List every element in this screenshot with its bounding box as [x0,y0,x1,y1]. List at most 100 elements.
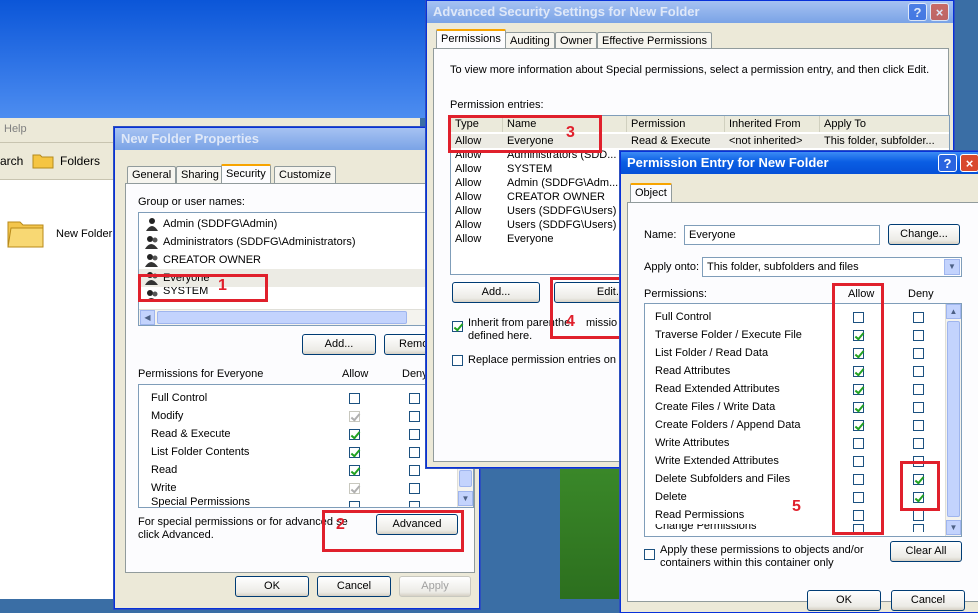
change-button[interactable]: Change... [888,224,960,245]
tab-general[interactable]: General [127,166,177,183]
replace-text: Replace permission entries on al [468,354,628,366]
deny-checkbox[interactable] [913,402,924,413]
chevron-down-icon[interactable]: ▼ [944,259,960,275]
allow-checkbox[interactable] [349,465,360,476]
scroll-down-arrow[interactable]: ▼ [458,491,473,506]
deny-checkbox[interactable] [409,411,420,422]
annotation-box-allow-column [832,283,884,535]
allow-checkbox[interactable] [349,393,360,404]
deny-checkbox[interactable] [913,384,924,395]
column-permission[interactable]: Permission [627,116,725,132]
vertical-scrollbar[interactable]: ▲ ▼ [945,304,961,536]
permission-entry-dialog: Permission Entry for New Folder ? × Obje… [620,151,978,613]
deny-checkbox[interactable] [913,348,924,359]
tab-customize[interactable]: Customize [274,166,336,183]
entry-name: Users (SDDFG\Users) [507,219,617,231]
tab-security[interactable]: Security [221,164,271,183]
deny-checkbox[interactable] [913,312,924,323]
scroll-left-arrow[interactable]: ◀ [140,310,155,325]
entry-type: Allow [455,191,482,203]
toolbar-folders-button[interactable]: Folders [60,154,100,168]
deny-checkbox[interactable] [913,438,924,449]
toolbar-search-button[interactable]: arch [0,154,23,168]
deny-checkbox[interactable] [409,429,420,440]
inherit-checkbox[interactable] [452,321,463,332]
entry-titlebar[interactable]: Permission Entry for New Folder [621,152,978,174]
list-item[interactable]: Administrators (SDDFG\Administrators) [139,233,473,251]
annotation-box-3 [448,115,602,153]
group-icon [145,236,158,249]
tab-effective-permissions[interactable]: Effective Permissions [597,32,712,49]
entry-cancel-button[interactable]: Cancel [891,590,965,611]
deny-checkbox[interactable] [913,366,924,377]
deny-checkbox[interactable] [409,393,420,404]
name-label: Name: [644,229,677,241]
column-inherited-from[interactable]: Inherited From [725,116,820,132]
menu-help[interactable]: Help [4,123,27,135]
advanced-titlebar[interactable]: Advanced Security Settings for New Folde… [427,1,953,23]
deny-checkbox[interactable] [913,524,924,532]
ok-button[interactable]: OK [235,576,309,597]
tab-object[interactable]: Object [630,183,672,202]
tab-sharing[interactable]: Sharing [176,166,224,183]
tab-auditing[interactable]: Auditing [505,32,555,49]
deny-checkbox[interactable] [409,447,420,458]
allow-checkbox[interactable] [349,483,360,494]
replace-checkbox[interactable] [452,355,463,366]
permission-row: Full Control [645,308,961,326]
add-user-button[interactable]: Add... [302,334,376,355]
user-list[interactable]: Admin (SDDFG\Admin) Administrators (SDDF… [138,212,474,326]
deny-checkbox[interactable] [409,501,420,507]
permission-row: Read [139,461,473,479]
permission-name: Read & Execute [151,428,231,440]
allow-checkbox[interactable] [349,447,360,458]
horizontal-scrollbar[interactable]: ◀ [139,309,473,325]
folders-icon [32,154,54,169]
deny-checkbox[interactable] [913,330,924,341]
list-item[interactable]: CREATOR OWNER [139,251,473,269]
permission-name: Read [151,464,178,476]
permissions-list[interactable]: Full Control Modify Read & Execute List Fol… [138,384,474,508]
apply-container-text-2: containers within this container only [660,557,834,569]
allow-checkbox[interactable] [349,411,360,422]
properties-titlebar[interactable]: New Folder Properties [115,128,479,150]
scroll-thumb[interactable] [157,311,407,324]
name-field[interactable]: Everyone [684,225,880,245]
deny-checkbox[interactable] [409,483,420,494]
list-item[interactable]: Admin (SDDFG\Admin) [139,215,473,233]
column-apply-to[interactable]: Apply To [820,116,949,132]
apply-container-checkbox[interactable] [644,549,655,560]
tab-permissions[interactable]: Permissions [436,29,506,48]
group-label: Group or user names: [138,196,245,208]
deny-checkbox[interactable] [913,510,924,521]
clear-all-button[interactable]: Clear All [890,541,962,562]
allow-checkbox[interactable] [349,429,360,440]
permission-name: Write [151,482,177,494]
annotation-number-2: 2 [336,516,345,533]
permission-name: Full Control [655,311,712,323]
permission-name: Read Extended Attributes [655,383,780,395]
permission-row: Traverse Folder / Execute File [645,326,961,344]
folder-icon[interactable] [6,216,46,248]
scroll-thumb[interactable] [459,470,472,487]
apply-onto-select[interactable]: This folder, subfolders and files ▼ [702,257,962,277]
apply-button[interactable]: Apply [399,576,471,597]
tab-owner[interactable]: Owner [555,32,598,49]
add-entry-button[interactable]: Add... [452,282,540,303]
close-icon[interactable]: × [930,3,949,21]
deny-checkbox[interactable] [409,465,420,476]
entry-ok-button[interactable]: OK [807,590,881,611]
object-panel: Name: Everyone Change... Apply onto: Thi… [627,202,978,602]
inherit-text: Inherit from paren [468,317,555,329]
close-icon[interactable]: × [960,154,978,172]
help-icon[interactable]: ? [908,3,927,21]
permission-name: Special Permissions [151,497,251,508]
help-icon[interactable]: ? [938,154,957,172]
folder-label[interactable]: New Folder [56,228,112,240]
scroll-thumb[interactable] [947,321,960,517]
deny-checkbox[interactable] [913,420,924,431]
scroll-down-arrow[interactable]: ▼ [946,520,961,535]
allow-checkbox[interactable] [349,501,360,507]
scroll-up-arrow[interactable]: ▲ [946,304,961,319]
cancel-button[interactable]: Cancel [317,576,391,597]
